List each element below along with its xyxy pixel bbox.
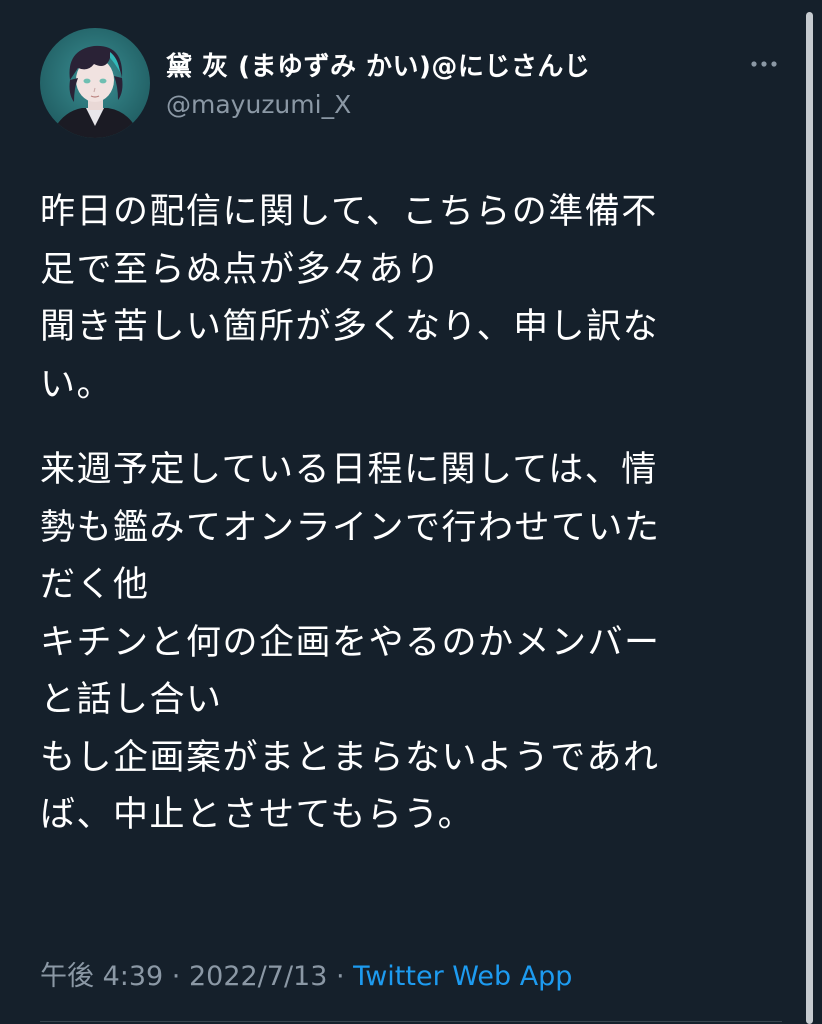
- tweet: 黛 灰 (まゆずみ かい)@にじさんじ @mayuzumi_X 昨日の配信に関し…: [0, 0, 822, 1024]
- divider: [40, 1021, 782, 1022]
- tweet-line: キチンと何の企画をやるのかメンバー: [40, 622, 661, 663]
- tweet-line: 来週予定している日程に関しては、情: [40, 450, 658, 490]
- tweet-line: と話し合い: [40, 680, 223, 720]
- tweet-metadata: 午後 4:39 · 2022/7/13 · Twitter Web App: [40, 954, 572, 993]
- author-avatar[interactable]: [40, 28, 150, 138]
- tweet-line: 昨日の配信に関して、こちらの準備不: [40, 192, 658, 232]
- scrollbar[interactable]: [806, 12, 813, 1024]
- tweet-line: もし企画案がまとまらないようであれ: [40, 737, 660, 778]
- meta-separator: ·: [327, 961, 354, 992]
- tweet-line: 足で至らぬ点が多々あり: [40, 249, 442, 290]
- tweet-line: ば、中止とさせてもらう。: [40, 795, 475, 835]
- author-display-name[interactable]: 黛 灰 (まゆずみ かい)@にじさんじ: [166, 46, 590, 83]
- tweet-line: 聞き苦しい箇所が多くなり、申し訳な: [40, 307, 660, 347]
- tweet-paragraph: 昨日の配信に関して、こちらの準備不 足で至らぬ点が多々あり 聞き苦しい箇所が多く…: [40, 184, 785, 414]
- author-handle[interactable]: @mayuzumi_X: [166, 90, 351, 119]
- tweet-line: い。: [40, 364, 114, 405]
- tweet-source-link[interactable]: Twitter Web App: [353, 961, 572, 992]
- avatar-image: [40, 28, 150, 138]
- tweet-text: 昨日の配信に関して、こちらの準備不 足で至らぬ点が多々あり 聞き苦しい箇所が多く…: [40, 184, 785, 845]
- tweet-date[interactable]: 2022/7/13: [189, 961, 327, 992]
- meta-separator: ·: [163, 961, 189, 992]
- more-options-button[interactable]: [744, 52, 784, 76]
- tweet-line: だく他: [40, 565, 150, 605]
- tweet-line: 勢も鑑みてオンラインで行わせていた: [40, 507, 661, 548]
- more-horizontal-icon: [751, 61, 777, 67]
- tweet-paragraph: 来週予定している日程に関しては、情 勢も鑑みてオンラインで行わせていた だく他 …: [40, 442, 785, 845]
- tweet-time[interactable]: 午後 4:39: [40, 961, 163, 992]
